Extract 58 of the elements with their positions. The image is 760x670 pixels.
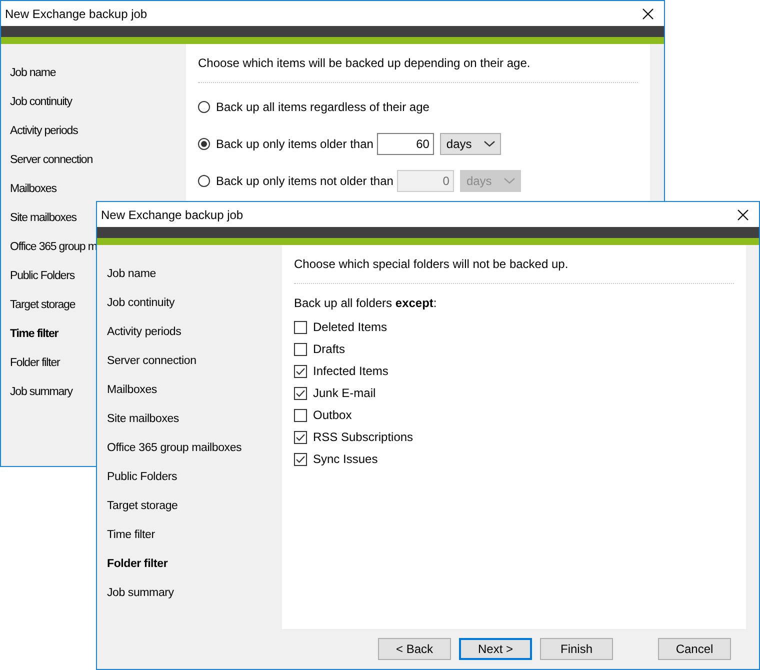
dialog-button[interactable]: < Back [378, 638, 451, 660]
radio-button[interactable] [198, 174, 210, 186]
radio-button[interactable] [198, 100, 210, 112]
sidebar-item[interactable]: Job continuity [107, 296, 175, 308]
sidebar-item[interactable]: Office 365 group mailboxes [107, 442, 242, 454]
close-icon[interactable] [737, 208, 749, 220]
radio-label: Back up only items older than [216, 136, 374, 150]
sidebar-item[interactable]: Folder filter [10, 356, 60, 368]
checkbox-label: Outbox [313, 408, 352, 422]
number-field[interactable]: 60 [377, 132, 434, 154]
sidebar-item[interactable]: Site mailboxes [107, 412, 179, 424]
chevron-down-icon [484, 140, 496, 146]
radio-button[interactable] [198, 138, 210, 150]
checkbox-label: Drafts [313, 342, 346, 356]
checkbox-label: RSS Subscriptions [313, 430, 414, 444]
unit-dropdown[interactable]: days [440, 132, 502, 154]
sidebar-item[interactable]: Site mailboxes [10, 212, 76, 224]
checkbox-label: Junk E-mail [313, 386, 376, 400]
sidebar-item[interactable]: Job summary [10, 386, 72, 398]
sidebar-item[interactable]: Server connection [107, 354, 196, 366]
chevron-down-icon [504, 178, 516, 184]
sidebar-item[interactable]: Folder filter [107, 558, 168, 570]
checkbox[interactable] [294, 452, 307, 466]
window-title: New Exchange backup job [101, 208, 244, 222]
checkbox-label: Infected Items [313, 364, 388, 378]
sidebar-item[interactable]: Mailboxes [10, 182, 56, 194]
instruction-text: Choose which special folders will not be backed up. [294, 256, 570, 273]
sidebar-item[interactable]: Job name [107, 268, 156, 280]
checkbox[interactable] [294, 430, 307, 444]
radio-label: Back up only items not older than [216, 174, 394, 188]
sidebar-item[interactable]: Job name [10, 66, 56, 78]
close-icon[interactable] [642, 8, 654, 20]
folder-list-heading: Back up all folders except: [294, 295, 438, 312]
checkbox-label: Sync Issues [313, 452, 378, 466]
sidebar-item[interactable]: Activity periods [107, 326, 182, 338]
sidebar-item[interactable]: Public Folders [10, 270, 74, 282]
sidebar-item[interactable]: Target storage [10, 298, 76, 310]
checkbox-label: Deleted Items [313, 320, 388, 334]
sidebar-item[interactable]: Activity periods [10, 124, 78, 136]
dialog-button[interactable]: Finish [540, 638, 613, 660]
checkbox[interactable] [294, 320, 307, 334]
checkbox[interactable] [294, 364, 307, 378]
checkbox[interactable] [294, 386, 307, 400]
checkbox[interactable] [294, 342, 307, 356]
sidebar-item[interactable]: Target storage [107, 500, 178, 512]
sidebar-item[interactable]: Time filter [10, 328, 58, 340]
sidebar-item[interactable]: Job summary [107, 586, 174, 598]
window-title: New Exchange backup job [5, 6, 148, 20]
sidebar-item[interactable]: Public Folders [107, 470, 178, 482]
dialog-button[interactable]: Cancel [658, 638, 731, 660]
sidebar-item[interactable]: Server connection [10, 154, 92, 166]
sidebar-item[interactable]: Mailboxes [107, 384, 157, 396]
checkbox[interactable] [294, 408, 307, 422]
dialog-button[interactable]: Next > [459, 638, 532, 660]
radio-label: Back up all items regardless of their age [216, 100, 430, 114]
sidebar-item[interactable]: Time filter [107, 528, 155, 540]
sidebar-item[interactable]: Job continuity [10, 96, 72, 108]
instruction-text: Choose which items will be backed up depending on their age. [198, 55, 532, 72]
